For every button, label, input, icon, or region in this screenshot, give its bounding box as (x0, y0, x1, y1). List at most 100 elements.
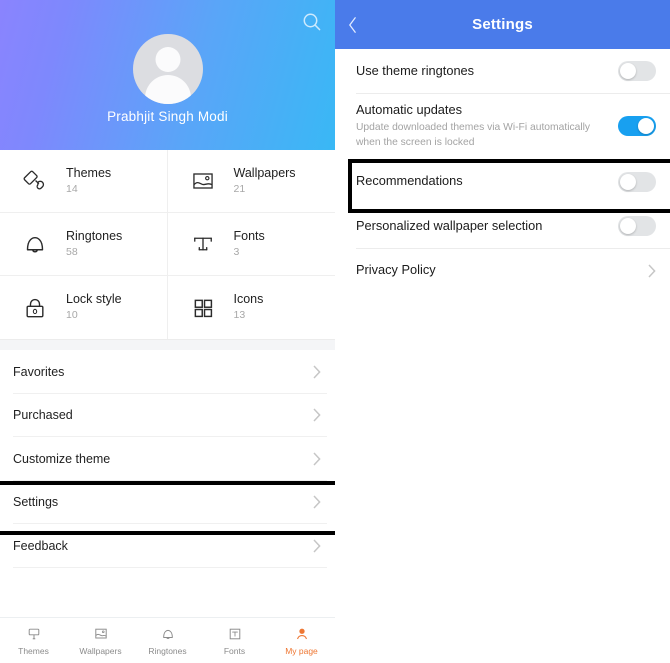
grid-squares-icon (186, 291, 220, 325)
grid-item-count: 3 (233, 245, 240, 258)
setting-title: Use theme ringtones (356, 62, 475, 78)
grid-item-text: Ringtones 58 (66, 228, 122, 261)
category-grid: Themes 14 Wallpapers 21 Ringtones 58 Fon… (0, 150, 335, 340)
avatar[interactable] (132, 34, 203, 104)
grid-item-text: Themes 14 (66, 165, 111, 198)
grid-item-label: Ringtones (66, 228, 123, 243)
grid-item-themes[interactable]: Themes 14 (0, 150, 168, 213)
setting-title: Recommendations (356, 173, 463, 189)
toggle-knob (620, 63, 636, 80)
chevron-right-icon (313, 539, 321, 553)
grid-item-text: Icons 13 (234, 291, 264, 324)
settings-panel: Settings Use theme ringtones Automatic u… (335, 0, 670, 663)
back-button[interactable] (347, 0, 371, 49)
nav-tab-themes[interactable]: Themes (0, 618, 67, 663)
nav-tab-ringtones[interactable]: Ringtones (134, 618, 201, 663)
chevron-right-icon (313, 365, 321, 379)
nav-tab-label: Wallpapers (79, 645, 122, 656)
search-icon[interactable] (301, 11, 323, 33)
nav-tab-my-page[interactable]: My page (268, 618, 335, 663)
setting-texts: Privacy Policy (356, 261, 648, 280)
setting-row-automatic-updates[interactable]: Automatic updates Update downloaded them… (335, 93, 670, 160)
paint-brush-icon (26, 626, 42, 643)
grid-item-count: 14 (66, 182, 78, 195)
grid-item-label: Wallpapers (233, 165, 296, 180)
grid-item-ringtones[interactable]: Ringtones 58 (0, 213, 168, 276)
page-title: Settings (472, 16, 533, 33)
paint-brush-icon (18, 164, 52, 198)
list-item-purchased[interactable]: Purchased (0, 393, 335, 437)
grid-item-count: 13 (233, 309, 246, 322)
toggle-automatic-updates[interactable] (618, 115, 656, 136)
setting-row-recommendations[interactable]: Recommendations (335, 159, 670, 204)
nav-tab-label: Fonts (223, 645, 246, 656)
grid-item-count: 10 (66, 309, 78, 322)
avatar-body (144, 75, 191, 104)
bottom-navigation: Themes Wallpapers Ringtones Fonts My pag… (0, 617, 335, 663)
toggle-knob (638, 117, 654, 134)
grid-item-wallpapers[interactable]: Wallpapers 21 (167, 150, 335, 213)
grid-item-count: 58 (66, 245, 78, 258)
menu-list: Favorites Purchased Customize theme Sett… (0, 350, 335, 568)
setting-title: Automatic updates (356, 101, 462, 117)
nav-tab-wallpapers[interactable]: Wallpapers (67, 618, 134, 663)
toggle-recommendations[interactable] (618, 171, 656, 192)
font-t-icon (186, 227, 220, 261)
profile-header: Prabhjit Singh Modi (0, 0, 335, 150)
nav-tab-label: Ringtones (148, 645, 187, 656)
list-item-feedback[interactable]: Feedback (0, 524, 335, 568)
my-page-panel: Prabhjit Singh Modi Themes 14 Wallpapers… (0, 0, 335, 663)
setting-title: Personalized wallpaper selection (356, 217, 543, 233)
grid-item-fonts[interactable]: Fonts 3 (167, 213, 335, 276)
app-screenshot: Prabhjit Singh Modi Themes 14 Wallpapers… (0, 0, 670, 663)
person-avatar-icon (294, 626, 310, 643)
setting-texts: Personalized wallpaper selection (356, 217, 618, 236)
list-item-customize-theme[interactable]: Customize theme (0, 437, 335, 481)
bell-icon (18, 227, 52, 261)
setting-row-use-theme-ringtones[interactable]: Use theme ringtones (335, 49, 670, 94)
grid-item-label: Themes (66, 165, 112, 180)
setting-row-privacy-policy[interactable]: Privacy Policy (335, 248, 670, 293)
font-t-icon (227, 626, 243, 643)
grid-item-icons[interactable]: Icons 13 (167, 276, 335, 339)
image-icon (93, 626, 109, 643)
chevron-right-icon (313, 495, 321, 509)
chevron-right-icon (313, 408, 321, 422)
image-icon (186, 164, 220, 198)
nav-tab-label: Themes (18, 645, 49, 656)
grid-item-label: Icons (233, 292, 264, 307)
grid-item-lock-style[interactable]: Lock style 10 (0, 276, 168, 339)
chevron-left-icon (349, 16, 356, 33)
toggle-personalized-wallpaper-selection[interactable] (618, 216, 656, 237)
list-item-label: Favorites (13, 364, 65, 379)
profile-name: Prabhjit Singh Modi (107, 109, 228, 124)
setting-texts: Use theme ringtones (356, 62, 618, 81)
list-item-label: Feedback (13, 538, 68, 553)
grid-item-label: Lock style (66, 292, 122, 307)
nav-tab-label: My page (285, 645, 318, 656)
grid-item-text: Wallpapers 21 (234, 165, 296, 198)
settings-header: Settings (335, 0, 670, 49)
list-item-label: Purchased (13, 408, 73, 423)
section-separator (0, 340, 335, 350)
list-item-label: Settings (13, 495, 59, 510)
nav-tab-fonts[interactable]: Fonts (201, 618, 268, 663)
chevron-right-icon (648, 264, 656, 278)
grid-item-text: Lock style 10 (66, 291, 122, 324)
setting-title: Privacy Policy (356, 262, 436, 278)
list-item-favorites[interactable]: Favorites (0, 350, 335, 394)
toggle-knob (620, 173, 636, 190)
setting-texts: Automatic updates Update downloaded them… (356, 101, 618, 151)
grid-item-text: Fonts 3 (234, 228, 265, 261)
padlock-icon (18, 291, 52, 325)
grid-item-label: Fonts (233, 228, 265, 243)
toggle-knob (620, 218, 636, 235)
bell-icon (160, 626, 176, 643)
list-item-settings[interactable]: Settings (0, 480, 335, 524)
chevron-right-icon (313, 452, 321, 466)
setting-subtitle: Update downloaded themes via Wi-Fi autom… (356, 122, 591, 148)
toggle-use-theme-ringtones[interactable] (618, 61, 656, 82)
setting-row-personalized-wallpaper-selection[interactable]: Personalized wallpaper selection (335, 204, 670, 249)
avatar-head (155, 47, 180, 72)
setting-texts: Recommendations (356, 172, 618, 191)
